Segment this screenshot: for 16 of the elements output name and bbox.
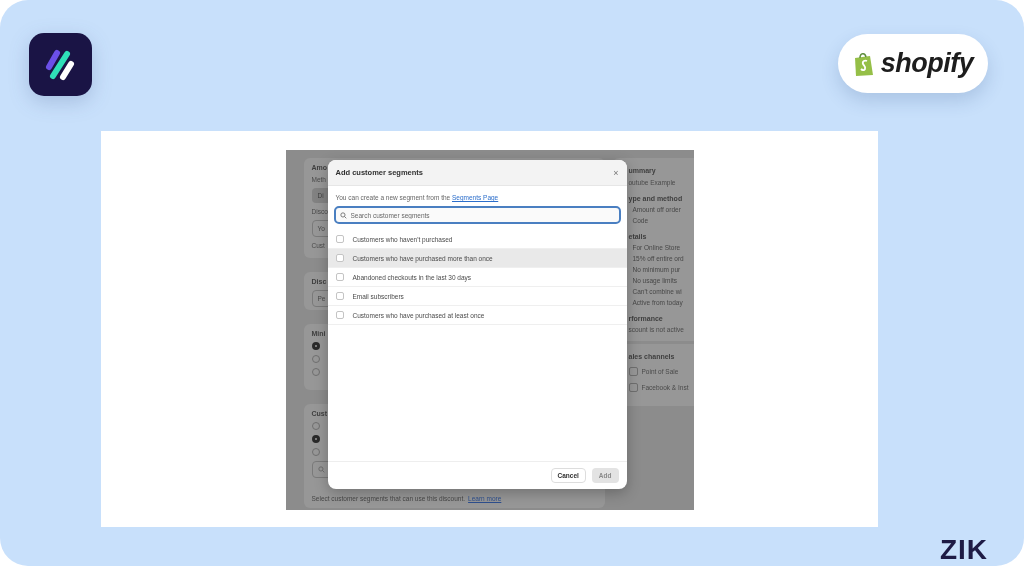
radio-button[interactable] <box>311 342 320 350</box>
corner-logo: ZIK <box>939 534 988 566</box>
checkbox[interactable] <box>335 292 344 300</box>
radio-button[interactable] <box>311 435 320 443</box>
checkbox[interactable] <box>628 367 638 376</box>
app-logo-icon <box>29 33 92 96</box>
shopping-bag-icon <box>852 50 875 77</box>
checkbox[interactable] <box>628 383 638 392</box>
checkbox[interactable] <box>335 273 344 281</box>
search-icon <box>339 212 347 219</box>
checkbox[interactable] <box>335 235 344 243</box>
search-icon <box>317 466 325 473</box>
close-button[interactable]: × <box>613 167 619 178</box>
checkbox[interactable] <box>335 311 344 319</box>
badge-label: shopify <box>880 48 974 79</box>
checkbox[interactable] <box>335 254 344 262</box>
